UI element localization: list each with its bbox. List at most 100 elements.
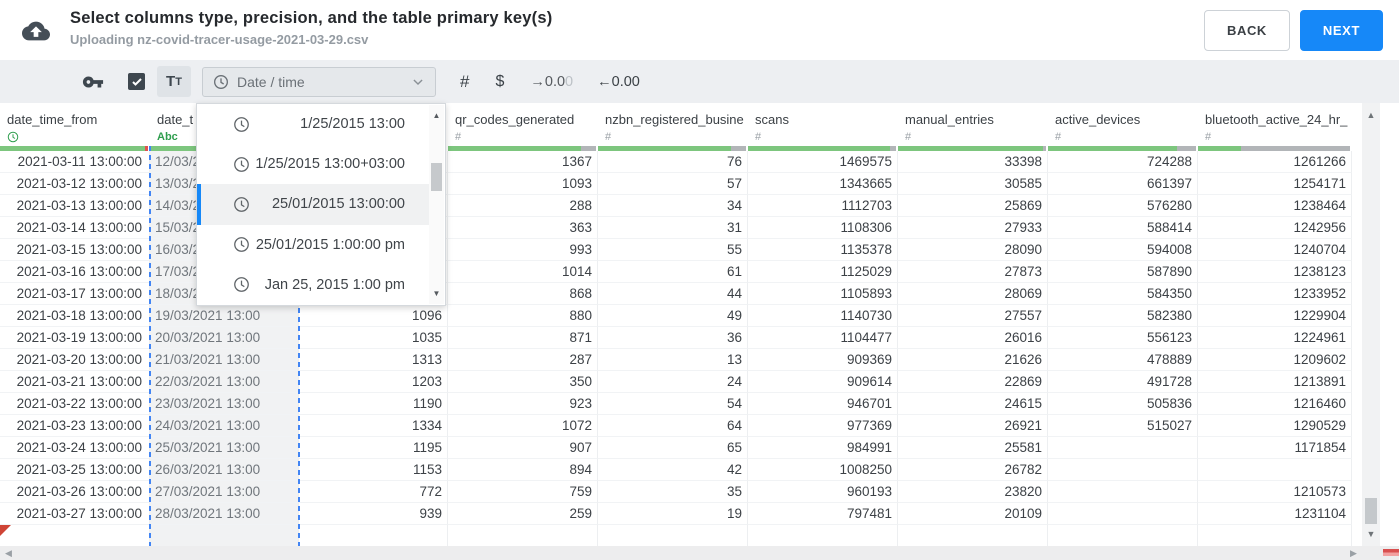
cell[interactable]: 42 [598,459,748,481]
cell[interactable]: 2021-03-20 13:00:00 [0,349,150,371]
cell[interactable]: 2021-03-18 13:00:00 [0,305,150,327]
cell[interactable]: 1093 [448,173,598,195]
cell[interactable] [448,525,598,547]
cell[interactable]: 1240704 [1198,239,1352,261]
cell[interactable]: 1290529 [1198,415,1352,437]
format-option[interactable]: Jan 25, 2015 1:00 pm [197,265,429,305]
format-option[interactable]: 1/25/2015 13:00+03:00 [197,144,429,184]
cell[interactable]: 34 [598,195,748,217]
number-type-button[interactable]: # [460,72,469,92]
cell[interactable]: 19/03/2021 13:00 [150,305,299,327]
cell[interactable]: 759 [448,481,598,503]
column-header-qr_codes_generated[interactable]: qr_codes_generated # [448,103,598,146]
cell[interactable] [748,525,898,547]
cell[interactable]: 25581 [898,437,1048,459]
primary-key-icon[interactable] [82,71,104,93]
cell[interactable]: 24/03/2021 13:00 [150,415,299,437]
cell[interactable]: 1153 [299,459,448,481]
cell[interactable]: 1209602 [1198,349,1352,371]
cell[interactable]: 1072 [448,415,598,437]
cell[interactable]: 64 [598,415,748,437]
cell[interactable]: 724288 [1048,151,1198,173]
cell[interactable]: 2021-03-16 13:00:00 [0,261,150,283]
cell[interactable]: 1367 [448,151,598,173]
back-button[interactable]: BACK [1203,10,1290,51]
cell[interactable] [150,525,299,547]
cell[interactable]: 1313 [299,349,448,371]
cell[interactable]: 1108306 [748,217,898,239]
cell[interactable]: 894 [448,459,598,481]
cell[interactable]: 65 [598,437,748,459]
cell[interactable]: 1334 [299,415,448,437]
cell[interactable]: 26921 [898,415,1048,437]
cell[interactable]: 2021-03-17 13:00:00 [0,283,150,305]
column-header-bluetooth_active_24_hr_[interactable]: bluetooth_active_24_hr_ # [1198,103,1352,146]
boolean-type-checkbox[interactable] [128,73,145,90]
cell[interactable]: 76 [598,151,748,173]
cell[interactable]: 22869 [898,371,1048,393]
scroll-right-icon[interactable]: ▶ [1350,548,1357,559]
cell[interactable]: 1008250 [748,459,898,481]
cell[interactable]: 27873 [898,261,1048,283]
cell[interactable]: 24615 [898,393,1048,415]
cell[interactable]: 57 [598,173,748,195]
cell[interactable]: 26/03/2021 13:00 [150,459,299,481]
cell[interactable]: 49 [598,305,748,327]
cell[interactable]: 21626 [898,349,1048,371]
text-type-button[interactable]: TT [157,66,191,97]
cell[interactable]: 1195 [299,437,448,459]
column-header-scans[interactable]: scans # [748,103,898,146]
cell[interactable]: 2021-03-19 13:00:00 [0,327,150,349]
cell[interactable]: 26782 [898,459,1048,481]
cell[interactable]: 515027 [1048,415,1198,437]
cell[interactable]: 30585 [898,173,1048,195]
dropdown-scrollbar-thumb[interactable] [431,163,442,191]
type-dropdown-button[interactable]: Date / time [202,66,436,97]
cell[interactable] [1048,459,1198,481]
scroll-down-icon[interactable]: ▼ [429,289,444,298]
cell[interactable]: 24 [598,371,748,393]
cell[interactable]: 2021-03-13 13:00:00 [0,195,150,217]
cell[interactable]: 23/03/2021 13:00 [150,393,299,415]
cell[interactable]: 2021-03-22 13:00:00 [0,393,150,415]
cell[interactable]: 1231104 [1198,503,1352,525]
cell[interactable]: 772 [299,481,448,503]
cell[interactable]: 661397 [1048,173,1198,195]
cell[interactable]: 1105893 [748,283,898,305]
cell[interactable]: 587890 [1048,261,1198,283]
cell[interactable]: 55 [598,239,748,261]
cell[interactable]: 907 [448,437,598,459]
cell[interactable]: 2021-03-25 13:00:00 [0,459,150,481]
cell[interactable]: 1343665 [748,173,898,195]
scroll-up-icon[interactable]: ▲ [1362,110,1380,120]
scroll-left-icon[interactable]: ◀ [5,548,12,559]
table-vertical-scrollbar[interactable]: ▲ ▼ [1362,103,1380,546]
cell[interactable]: 1096 [299,305,448,327]
cell[interactable]: 21/03/2021 13:00 [150,349,299,371]
cell[interactable]: 28069 [898,283,1048,305]
cell[interactable]: 35 [598,481,748,503]
cell[interactable]: 594008 [1048,239,1198,261]
cell[interactable]: 28090 [898,239,1048,261]
vertical-scrollbar-thumb[interactable] [1365,498,1377,524]
cell[interactable]: 491728 [1048,371,1198,393]
cell[interactable] [1048,481,1198,503]
cell[interactable] [1198,525,1352,547]
cell[interactable]: 19 [598,503,748,525]
cell[interactable]: 582380 [1048,305,1198,327]
table-horizontal-scrollbar[interactable]: ◀ ▶ [0,546,1399,560]
horizontal-scrollbar-thumb[interactable] [1383,549,1399,556]
cell[interactable]: 584350 [1048,283,1198,305]
cell[interactable]: 61 [598,261,748,283]
cell[interactable]: 2021-03-21 13:00:00 [0,371,150,393]
cell[interactable] [1198,459,1352,481]
cell[interactable]: 1135378 [748,239,898,261]
cell[interactable]: 33398 [898,151,1048,173]
cell[interactable]: 23820 [898,481,1048,503]
cell[interactable]: 880 [448,305,598,327]
currency-type-button[interactable]: $ [495,73,504,91]
cell[interactable] [898,525,1048,547]
cell[interactable]: 1140730 [748,305,898,327]
cell[interactable]: 960193 [748,481,898,503]
cell[interactable]: 1125029 [748,261,898,283]
